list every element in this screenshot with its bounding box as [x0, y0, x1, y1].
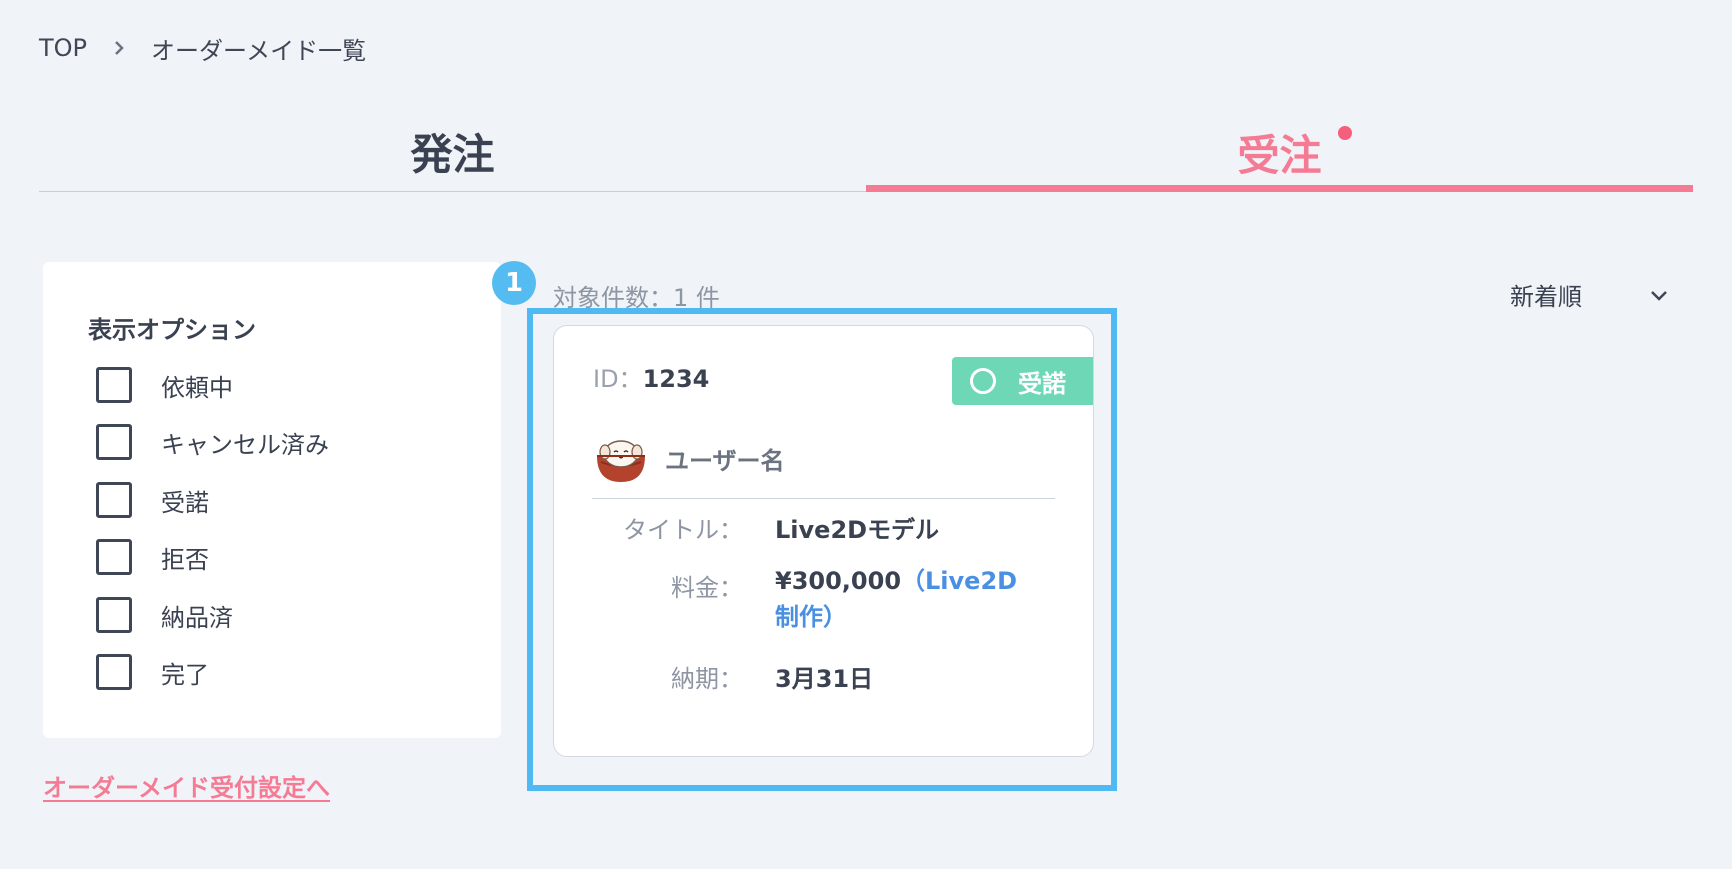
checkbox[interactable]	[96, 424, 132, 460]
checkbox[interactable]	[96, 597, 132, 633]
title-value: Live2Dモデル	[775, 516, 940, 544]
option-rejected[interactable]: 拒否	[96, 537, 209, 577]
options-title: 表示オプション	[88, 316, 256, 344]
chevron-down-icon	[1651, 291, 1667, 301]
option-label: 受諾	[161, 488, 209, 517]
price-label: 料金：	[671, 574, 743, 602]
option-delivered[interactable]: 納品済	[96, 595, 233, 635]
order-id: ID：1234	[593, 359, 709, 394]
tab-order[interactable]: 発注	[39, 120, 866, 192]
tab-order-label: 発注	[410, 130, 495, 179]
order-id-label: ID：	[593, 365, 643, 393]
breadcrumb-current: オーダーメイド一覧	[151, 36, 367, 65]
due-label: 納期：	[671, 665, 743, 693]
option-requesting[interactable]: 依頼中	[96, 365, 233, 405]
order-id-value: 1234	[642, 365, 710, 393]
display-options-panel: 表示オプション 依頼中 キャンセル済み 受諾 拒否 納品済 完了	[43, 262, 501, 738]
checkbox[interactable]	[96, 539, 132, 575]
step-number-badge: 1	[492, 261, 536, 305]
chevron-right-icon	[99, 39, 139, 57]
option-label: キャンセル済み	[161, 430, 329, 459]
ordermade-settings-link[interactable]: オーダーメイド受付設定へ	[43, 768, 330, 803]
checkbox[interactable]	[96, 482, 132, 518]
option-label: 拒否	[161, 545, 209, 574]
tab-receive[interactable]: 受注	[866, 120, 1693, 192]
notification-dot	[1337, 126, 1352, 140]
checkbox[interactable]	[96, 654, 132, 690]
checkbox[interactable]	[96, 367, 132, 403]
option-completed[interactable]: 完了	[96, 652, 209, 692]
price-amount: ¥300,000	[775, 567, 902, 595]
order-card[interactable]: ID：1234 受諾 ユーザー名 タイトル： Live2Dモデル 料金： ¥30…	[553, 325, 1094, 757]
price-value: ¥300,000（Live2D制作）	[775, 563, 1035, 635]
option-cancelled[interactable]: キャンセル済み	[96, 422, 329, 462]
active-tab-indicator	[866, 185, 1693, 192]
option-accepted[interactable]: 受諾	[96, 480, 209, 520]
option-label: 依頼中	[161, 373, 233, 402]
status-badge: 受諾	[952, 357, 1093, 405]
avatar	[597, 440, 645, 482]
divider	[592, 498, 1055, 499]
sort-select[interactable]: 新着順	[1510, 278, 1670, 311]
user-info: ユーザー名	[593, 430, 785, 486]
status-label: 受諾	[1018, 369, 1066, 398]
option-label: 完了	[161, 660, 209, 689]
sort-label: 新着順	[1510, 282, 1582, 311]
option-label: 納品済	[161, 603, 233, 632]
circle-icon	[970, 368, 996, 394]
due-value: 3月31日	[775, 665, 874, 693]
title-label: タイトル：	[623, 516, 743, 544]
tab-receive-label: 受注	[1237, 130, 1322, 180]
breadcrumb-top-link[interactable]: TOP	[39, 34, 87, 62]
username: ユーザー名	[665, 446, 785, 475]
order-tabs: 発注 受注	[39, 120, 1693, 192]
breadcrumb: TOP オーダーメイド一覧	[39, 30, 366, 66]
